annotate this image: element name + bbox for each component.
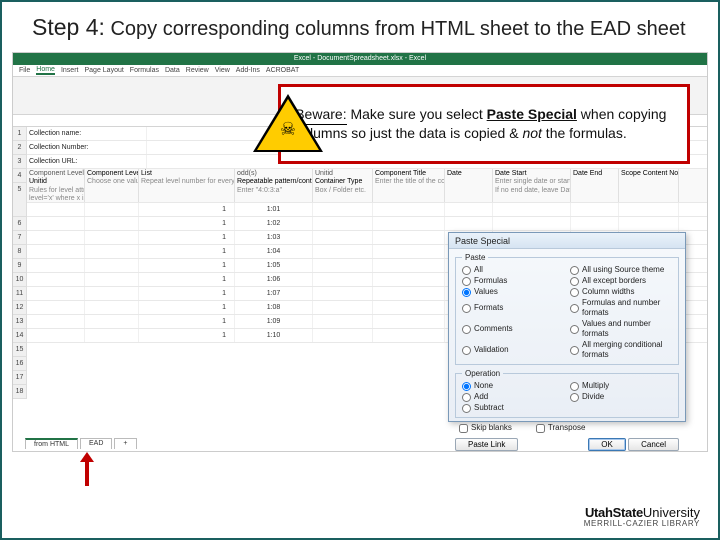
paste-opt[interactable]: All	[462, 265, 564, 275]
hazard-sign-icon: ☠	[253, 94, 291, 154]
ribbon-tab-insert[interactable]: Insert	[61, 67, 79, 74]
column-header: Date StartEnter single date or start dat…	[493, 169, 571, 202]
sheet-tab[interactable]: EAD	[80, 438, 112, 449]
column-header: Date End	[571, 169, 619, 202]
paste-special-dialog: Paste Special Paste All All using Source …	[448, 232, 686, 422]
collection-url-label: Collection URL:	[27, 155, 147, 168]
sheet-tabs: from HTMLEAD+	[25, 438, 137, 449]
operation-fieldset: Operation None Multiply Add Divide Subtract	[455, 369, 679, 418]
warning-callout: ☠ Beware: Make sure you select Paste Spe…	[278, 84, 690, 164]
paste-legend: Paste	[462, 253, 488, 262]
dialog-title: Paste Special	[449, 233, 685, 249]
footer-logo: UtahStateUniversity MERRILL-CAZIER LIBRA…	[584, 506, 700, 528]
column-header: Component TitleEnter the title of the co…	[373, 169, 445, 202]
ribbon-tabs: File Home Insert Page Layout Formulas Data Rev…	[13, 65, 707, 77]
ribbon-tab-review[interactable]: Review	[186, 67, 209, 74]
column-header: Scope Content Note	[619, 169, 679, 202]
paste-opt[interactable]: All using Source theme	[570, 265, 672, 275]
ribbon-tab-view[interactable]: View	[215, 67, 230, 74]
cancel-button[interactable]: Cancel	[628, 438, 679, 451]
paste-opt[interactable]: All except borders	[570, 276, 672, 286]
column-header: Component LevelUnitidRules for level att…	[27, 169, 85, 202]
paste-fieldset: Paste All All using Source theme Formulas A…	[455, 253, 679, 365]
column-header: Date	[445, 169, 493, 202]
table-row: 11:01	[27, 203, 707, 217]
step-number: Step 4:	[32, 14, 105, 40]
column-header: Component LevelChoose one value: yes, no…	[85, 169, 139, 202]
transpose-check[interactable]: Transpose	[536, 423, 586, 433]
excel-titlebar: Excel - DocumentSpreadsheet.xlsx - Excel	[13, 53, 707, 65]
slide-title: Step 4: Copy corresponding columns from …	[32, 14, 686, 41]
ribbon-tab-acrobat[interactable]: ACROBAT	[266, 67, 299, 74]
column-header: odd(s)Repeatable pattern/content: "x:"En…	[235, 169, 313, 202]
column-header: ListRepeat level number for every list l…	[139, 169, 235, 202]
operation-opt[interactable]: Add	[462, 392, 564, 402]
paste-opt[interactable]: Values and number formats	[570, 319, 672, 339]
operation-opt[interactable]: None	[462, 381, 564, 391]
column-headers: Component LevelUnitidRules for level att…	[27, 169, 707, 203]
paste-opt[interactable]: Column widths	[570, 287, 672, 297]
ribbon-tab-add-ins[interactable]: Add-Ins	[236, 67, 260, 74]
row-number-gutter: 123456789101112131415161718	[13, 127, 27, 399]
collection-number-label: Collection Number:	[27, 141, 147, 154]
operation-opt[interactable]: Divide	[570, 392, 672, 402]
paste-opt[interactable]: Formulas	[462, 276, 564, 286]
sheet-tab[interactable]: +	[114, 438, 136, 449]
operation-opt[interactable]	[570, 403, 672, 413]
warning-text: Beware: Make sure you select Paste Speci…	[295, 106, 687, 142]
ok-button[interactable]: OK	[588, 438, 626, 451]
table-row: 11:02	[27, 217, 707, 231]
column-header: UnitidContainer TypeBox / Folder etc.	[313, 169, 373, 202]
paste-opt[interactable]: Validation	[462, 340, 564, 360]
operation-legend: Operation	[462, 369, 503, 378]
operation-opt[interactable]: Subtract	[462, 403, 564, 413]
skip-blanks-check[interactable]: Skip blanks	[459, 423, 512, 433]
ribbon-tab-formulas[interactable]: Formulas	[130, 67, 159, 74]
operation-opt[interactable]: Multiply	[570, 381, 672, 391]
ribbon-tab-file[interactable]: File	[19, 67, 30, 74]
red-arrow-icon	[82, 452, 92, 486]
paste-opt[interactable]: Formulas and number formats	[570, 298, 672, 318]
sheet-tab[interactable]: from HTML	[25, 438, 78, 449]
paste-link-button[interactable]: Paste Link	[455, 438, 518, 451]
ribbon-tab-pagelayout[interactable]: Page Layout	[84, 67, 123, 74]
ribbon-tab-home[interactable]: Home	[36, 66, 55, 75]
paste-opt[interactable]: Formats	[462, 298, 564, 318]
ribbon-tab-data[interactable]: Data	[165, 67, 180, 74]
collection-name-label: Collection name:	[27, 127, 147, 140]
title-rest: Copy corresponding columns from HTML she…	[105, 18, 686, 40]
paste-opt[interactable]: Comments	[462, 319, 564, 339]
paste-opt[interactable]: Values	[462, 287, 564, 297]
paste-opt[interactable]: All merging conditional formats	[570, 340, 672, 360]
